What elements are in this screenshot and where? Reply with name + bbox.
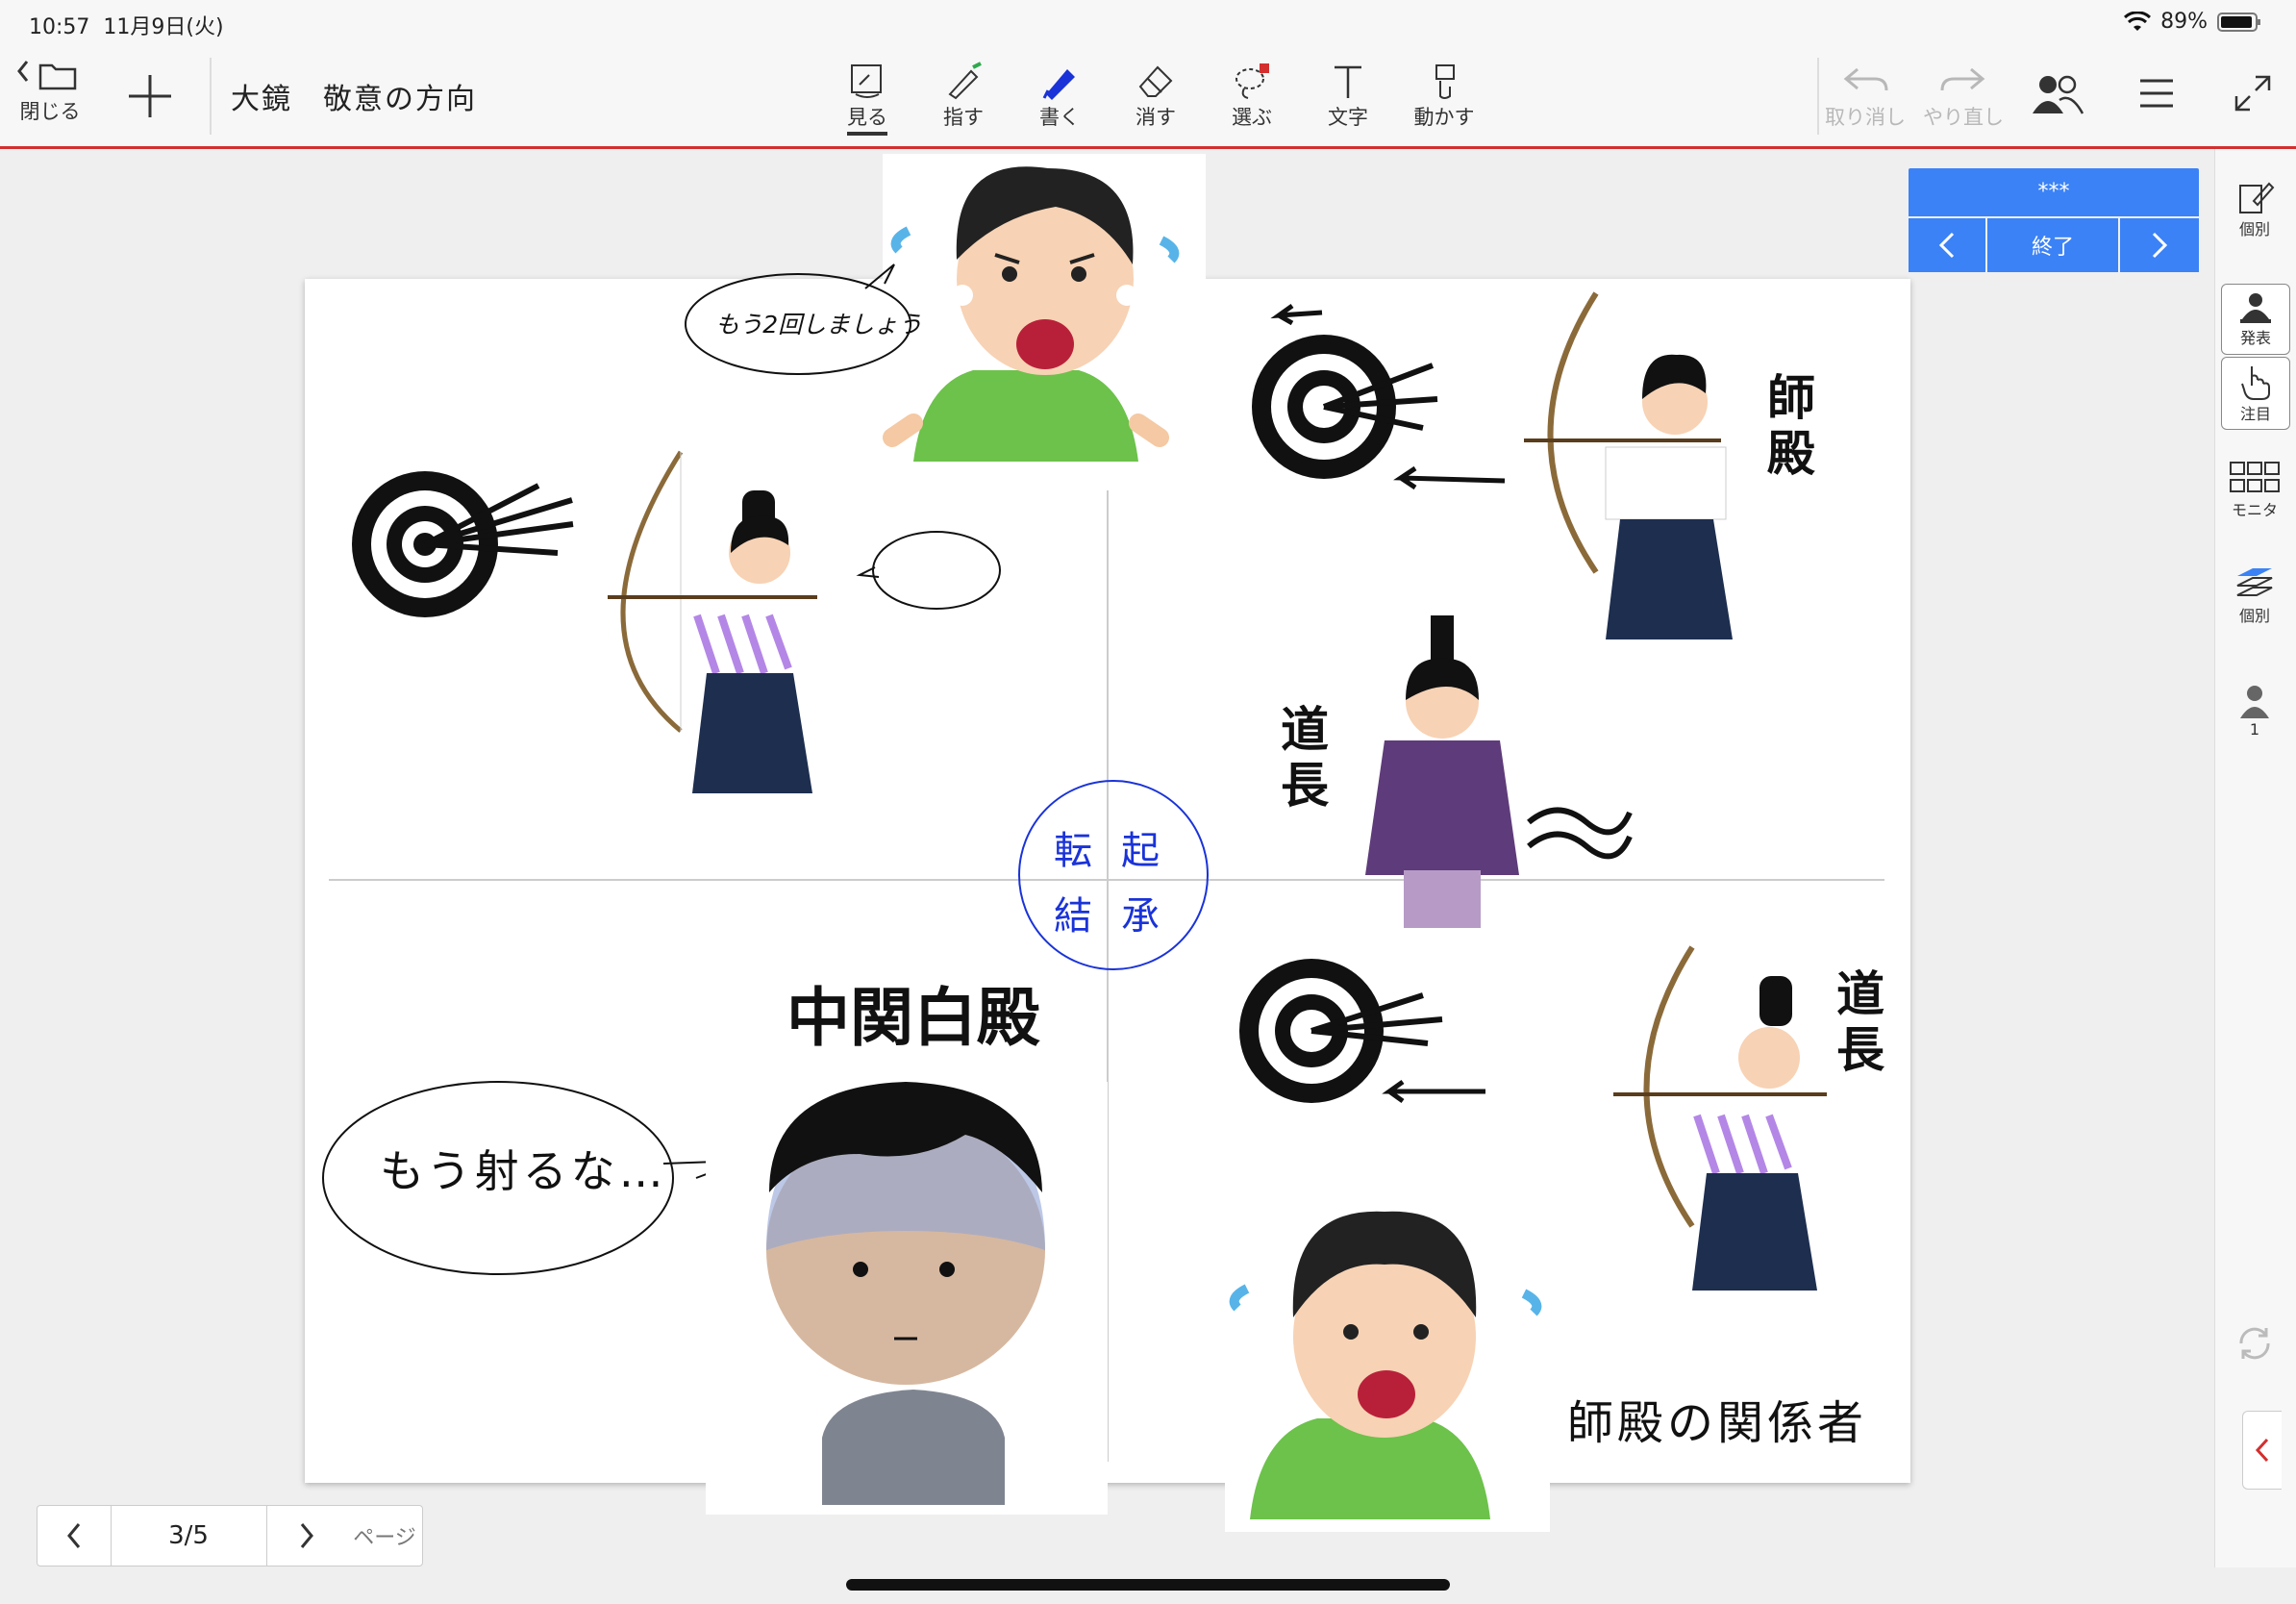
toolbar: 閉じる 大鏡 敬意の方向 見る 指す 書く 消す 選ぶ 文字 動かす 取り消し … <box>0 44 2296 149</box>
move-icon <box>1435 64 1455 99</box>
layers-icon <box>2236 568 2273 596</box>
chevron-right-icon <box>2152 232 2168 259</box>
divider <box>210 58 212 135</box>
tool-erase[interactable]: 消す <box>1117 62 1194 131</box>
speech-text-bottom: もう射るな… <box>380 1145 667 1197</box>
chevron-left-icon <box>2255 1438 2269 1463</box>
tool-write[interactable]: 書く <box>1021 62 1098 131</box>
pointer-pen-icon <box>948 62 982 100</box>
sidebar-monitor[interactable]: モニタ <box>2221 459 2288 520</box>
sync-icon <box>2239 1327 2270 1360</box>
home-indicator <box>846 1579 1450 1591</box>
right-sidebar: 個別 発表 注目 モニタ 個別 1 <box>2214 149 2296 1567</box>
sidebar-layers[interactable]: 個別 <box>2221 564 2288 626</box>
tool-text[interactable]: 文字 <box>1310 62 1386 131</box>
sidebar-user-count[interactable]: 1 <box>2221 684 2288 739</box>
users-icon <box>2033 75 2084 114</box>
collapse-panel-button[interactable] <box>2242 1411 2282 1490</box>
page-prev-button[interactable] <box>37 1506 112 1566</box>
page-indicator[interactable]: 3/5 <box>112 1506 265 1566</box>
wifi-icon <box>2124 11 2152 31</box>
page-label: ページ <box>353 1526 416 1550</box>
presentation-prev-button[interactable] <box>1909 218 1985 272</box>
chevron-left-icon <box>1938 232 1955 259</box>
label-chukanpaku: 中関白殿 <box>786 981 1040 1055</box>
sidebar-attention[interactable]: 注目 <box>2221 357 2290 430</box>
circle-char-sho: 承 <box>1121 894 1160 939</box>
presenter-icon <box>2240 293 2271 323</box>
chevron-left-icon <box>67 1523 81 1548</box>
close-button[interactable]: 閉じる <box>15 56 85 125</box>
users-button[interactable] <box>2031 71 2084 117</box>
page-navigator: 3/5 ページ <box>37 1505 423 1566</box>
label-shiden-1: 師殿 <box>1767 370 1815 482</box>
sync-button[interactable] <box>2221 1322 2288 1365</box>
battery-icon <box>2217 12 2260 32</box>
status-time: 10:57 11月9日(火) <box>29 15 224 39</box>
label-kankeisha: 師殿の関係者 <box>1567 1396 1868 1450</box>
presentation-title: *** <box>1909 168 2199 216</box>
expand-icon <box>2234 75 2271 112</box>
redo-button[interactable]: やり直し <box>1923 62 2004 131</box>
presentation-panel: *** 終了 <box>1909 168 2199 272</box>
eraser-icon <box>1138 65 1173 97</box>
tool-point[interactable]: 指す <box>925 62 1002 131</box>
undo-icon <box>1843 67 1888 91</box>
tool-view[interactable]: 見る <box>829 62 906 136</box>
page-next-button[interactable] <box>266 1506 346 1566</box>
circle-char-ki: 起 <box>1121 829 1160 873</box>
menu-button[interactable] <box>2136 73 2177 113</box>
menu-icon <box>2140 79 2173 108</box>
pen-icon <box>1042 69 1075 100</box>
plus-icon <box>129 75 171 117</box>
person-icon <box>2240 686 2269 718</box>
divider <box>1817 58 1819 135</box>
status-bar: 10:57 11月9日(火) 89% <box>0 0 2296 44</box>
tool-move[interactable]: 動かす <box>1406 62 1483 131</box>
chevron-right-icon <box>300 1523 313 1548</box>
circle-char-ketsu: 結 <box>1054 894 1092 939</box>
redo-icon <box>1940 67 1985 91</box>
sidebar-individual-edit[interactable]: 個別 <box>2221 178 2288 239</box>
document-title: 大鏡 敬意の方向 <box>231 83 477 116</box>
attention-hand-icon <box>2241 366 2270 400</box>
speech-text-top: もう2回しましょう <box>715 311 923 338</box>
label-michinaga-1: 道長 <box>1281 702 1329 814</box>
add-page-button[interactable] <box>123 69 177 123</box>
presentation-next-button[interactable] <box>2120 218 2199 272</box>
tool-select[interactable]: 選ぶ <box>1213 62 1290 131</box>
battery-percent: 89% <box>2160 10 2208 34</box>
monitor-grid-icon <box>2230 462 2280 492</box>
lasso-icon <box>1235 63 1269 99</box>
presentation-end-button[interactable]: 終了 <box>1987 218 2118 272</box>
worksheet-page[interactable] <box>305 279 1910 1483</box>
label-michinaga-2: 道長 <box>1836 966 1884 1078</box>
text-icon <box>1335 65 1361 98</box>
circle-char-ten: 転 <box>1054 829 1092 873</box>
sidebar-presenter[interactable]: 発表 <box>2221 284 2290 355</box>
view-icon <box>851 64 882 98</box>
status-right: 89% <box>2124 10 2261 34</box>
undo-button[interactable]: 取り消し <box>1825 62 1906 131</box>
back-folder-icon <box>17 61 77 90</box>
individual-edit-icon <box>2239 182 2275 213</box>
expand-button[interactable] <box>2233 73 2273 113</box>
